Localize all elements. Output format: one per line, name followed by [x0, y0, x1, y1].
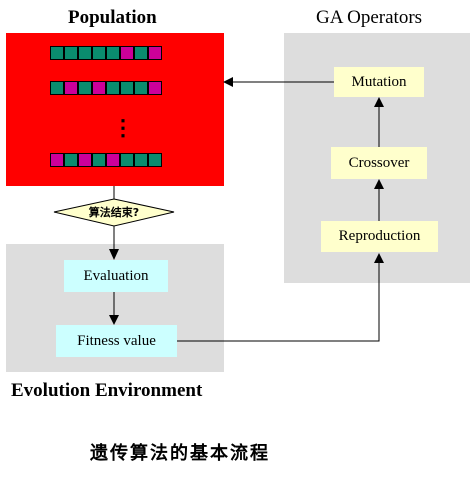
arrowhead-to-mutation [374, 97, 384, 107]
arrowhead-to-fitness [109, 315, 119, 325]
decision-label: 算法结束? [88, 206, 140, 219]
connectors [53, 77, 384, 342]
arrowhead-to-population [223, 77, 233, 87]
diagram-canvas: Population GA Operators ⋮ Mutation Cross… [0, 0, 471, 481]
evolution-environment-title: Evolution Environment [11, 380, 203, 401]
arrowhead-to-reproduction [374, 253, 384, 263]
arrowhead-to-evaluation [109, 249, 119, 260]
diagram-caption: 遗传算法的基本流程 [90, 443, 270, 464]
arrowhead-to-crossover [374, 179, 384, 189]
